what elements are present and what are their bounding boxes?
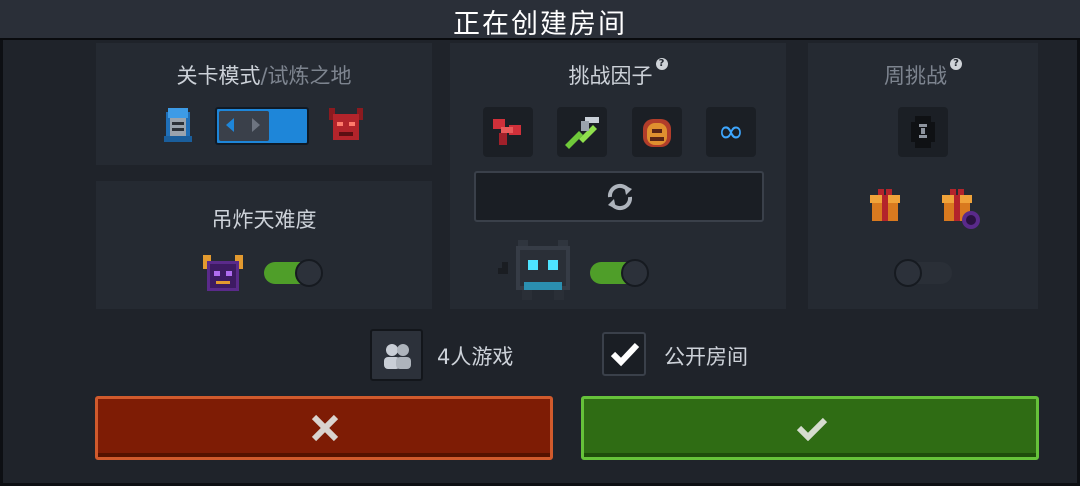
title-bar: 正在创建房间 [0, 0, 1080, 40]
cat-pet-icon [498, 240, 570, 300]
dark-crystal-icon [911, 116, 935, 148]
difficulty-label: 吊炸天难度 [211, 208, 317, 232]
challenge-slot-2[interactable] [557, 107, 607, 157]
x-icon [311, 414, 339, 442]
tombstone-icon [643, 119, 671, 147]
refresh-icon [607, 183, 633, 211]
confirm-button[interactable] [581, 396, 1039, 460]
green-arrows-icon [565, 117, 599, 149]
weekly-slot[interactable] [898, 107, 948, 157]
help-icon[interactable]: ? [950, 58, 962, 70]
demon-skull-icon [203, 255, 243, 291]
public-room-checkbox[interactable] [602, 332, 646, 376]
arrow-left-icon [226, 118, 234, 132]
dialog-title: 正在创建房间 [453, 9, 627, 40]
difficulty-toggle[interactable] [264, 259, 323, 287]
help-icon[interactable]: ? [655, 58, 668, 70]
player-count-label: 4人游戏 [437, 345, 514, 369]
weekly-label: 周挑战? [808, 58, 1038, 90]
check-icon [796, 417, 828, 441]
weekly-toggle[interactable] [894, 259, 952, 287]
challenge-toggle[interactable] [590, 259, 649, 287]
red-bone-icon [493, 119, 521, 145]
checkmark-icon [610, 342, 640, 367]
demon-helmet-icon [329, 108, 363, 140]
knight-helmet-icon [164, 108, 192, 142]
infinity-icon: ∞ [717, 112, 745, 150]
toggle-knob [894, 259, 922, 287]
challenge-slot-3[interactable] [632, 107, 682, 157]
locked-gift-box-icon [942, 189, 980, 229]
toggle-knob [295, 259, 323, 287]
difficulty-panel [96, 181, 432, 309]
mode-slider-handle[interactable] [219, 111, 269, 141]
mode-slider[interactable] [215, 107, 309, 145]
cancel-button[interactable] [95, 396, 553, 460]
level-mode-label: 关卡模式/试炼之地 [176, 64, 352, 88]
players-icon [384, 344, 411, 369]
public-room-label: 公开房间 [664, 345, 748, 369]
challenge-label: 挑战因子? [450, 58, 786, 90]
arrow-right-icon [252, 118, 260, 132]
reroll-button[interactable] [474, 171, 764, 222]
challenge-slot-4[interactable]: ∞ [706, 107, 756, 157]
challenge-slot-1[interactable] [483, 107, 533, 157]
player-count-button[interactable] [370, 329, 423, 381]
gift-box-icon [870, 189, 900, 221]
toggle-knob [621, 259, 649, 287]
